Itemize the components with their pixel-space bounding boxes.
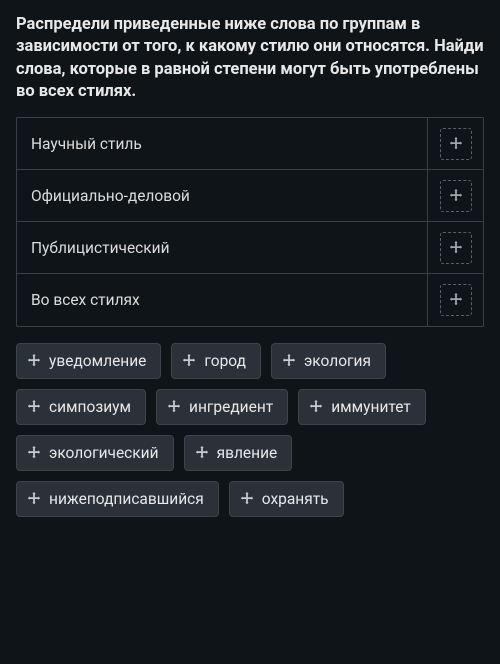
word-chip[interactable]: явление (184, 435, 293, 471)
drop-zone[interactable] (427, 222, 483, 273)
word-label: явление (217, 444, 278, 462)
word-label: охранять (262, 490, 329, 508)
drag-icon (195, 446, 209, 460)
drop-zone[interactable] (427, 170, 483, 221)
move-icon (449, 241, 463, 255)
drop-target[interactable] (440, 232, 472, 264)
category-label: Во всех стилях (17, 274, 427, 326)
drop-target[interactable] (440, 180, 472, 212)
category-row: Научный стиль (17, 118, 483, 170)
drag-icon (182, 354, 196, 368)
move-icon (449, 137, 463, 151)
drop-target[interactable] (440, 284, 472, 316)
word-label: город (204, 352, 246, 370)
drop-zone[interactable] (427, 118, 483, 169)
word-chip[interactable]: нижеподписавшийся (16, 481, 219, 517)
word-chip[interactable]: ингредиент (156, 389, 288, 425)
drag-icon (27, 492, 41, 506)
word-pool: уведомление город экология симпозиум инг… (16, 343, 484, 517)
word-chip[interactable]: экологический (16, 435, 174, 471)
drag-icon (240, 492, 254, 506)
drop-target[interactable] (440, 128, 472, 160)
drop-zone[interactable] (427, 274, 483, 326)
word-chip[interactable]: экология (271, 343, 386, 379)
task-instructions: Распредели приведенные ниже слова по гру… (16, 14, 484, 103)
word-chip[interactable]: город (171, 343, 261, 379)
word-chip[interactable]: симпозиум (16, 389, 146, 425)
category-row: Во всех стилях (17, 274, 483, 326)
word-chip[interactable]: уведомление (16, 343, 161, 379)
category-row: Публицистический (17, 222, 483, 274)
category-label: Публицистический (17, 222, 427, 273)
drag-icon (309, 400, 323, 414)
drag-icon (282, 354, 296, 368)
category-row: Официально-деловой (17, 170, 483, 222)
drag-icon (27, 446, 41, 460)
category-table: Научный стиль Официально-деловой Публици… (16, 117, 484, 327)
drag-icon (167, 400, 181, 414)
word-label: иммунитет (331, 398, 411, 416)
category-label: Научный стиль (17, 118, 427, 169)
word-chip[interactable]: иммунитет (298, 389, 426, 425)
move-icon (449, 293, 463, 307)
category-label: Официально-деловой (17, 170, 427, 221)
word-chip[interactable]: охранять (229, 481, 344, 517)
word-label: ингредиент (189, 398, 273, 416)
word-label: экологический (49, 444, 159, 462)
drag-icon (27, 354, 41, 368)
word-label: уведомление (49, 352, 146, 370)
word-label: нижеподписавшийся (49, 490, 204, 508)
move-icon (449, 189, 463, 203)
word-label: экология (304, 352, 371, 370)
drag-icon (27, 400, 41, 414)
word-label: симпозиум (49, 398, 131, 416)
